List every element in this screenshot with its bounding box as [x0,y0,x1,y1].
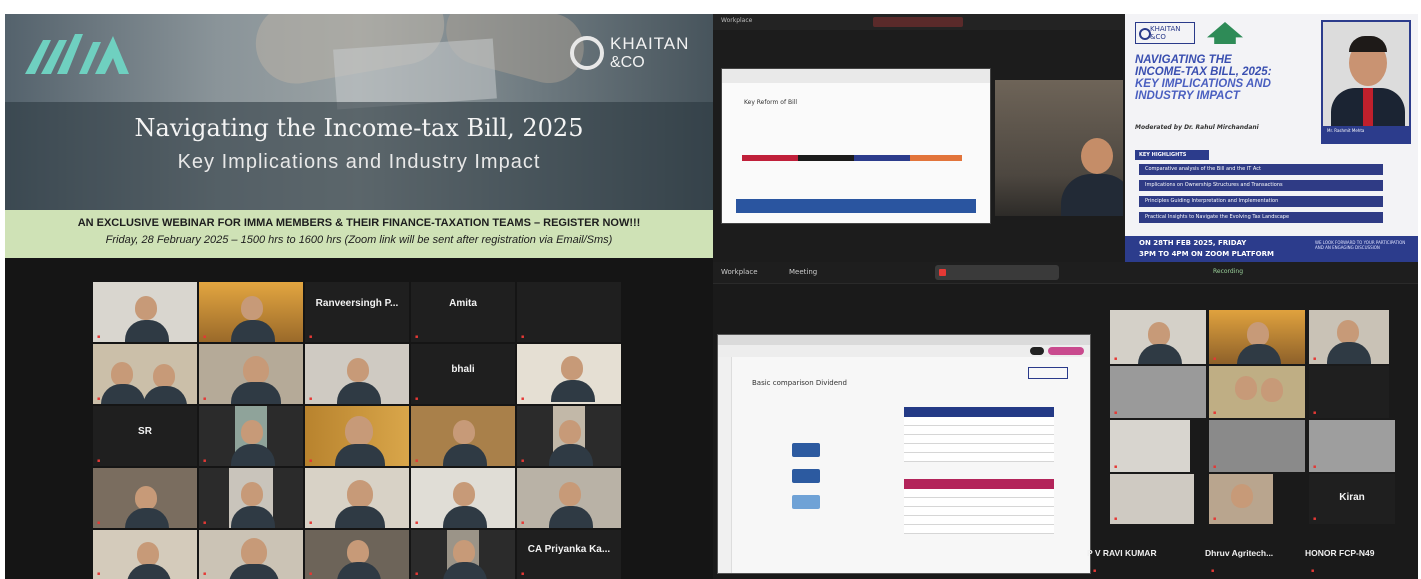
poster-title: NAVIGATING THE INCOME-TAX BILL, 2025: KE… [1135,54,1272,102]
participant-label [1311,568,1314,574]
participant-label [1093,568,1096,574]
participant-tile[interactable] [517,406,621,466]
participant-tile[interactable] [411,406,515,466]
recording-indicator[interactable]: Recording [1213,268,1243,275]
participant-tile[interactable] [93,344,197,404]
banner-subtitle: Key Implications and Industry Impact [177,151,541,173]
participant-tile-bhali[interactable]: bhali [411,344,515,404]
meeting-label[interactable]: Meeting [789,268,817,276]
poster-footer: ON 28TH FEB 2025, FRIDAY 3PM TO 4PM ON Z… [1125,236,1418,262]
moderator-line: Moderated by Dr. Rahul Mirchandani [1135,124,1259,131]
speaker-photo: Mr. Rashmit Mehta [1321,20,1411,144]
participant-tile[interactable] [93,530,197,579]
poster-date: ON 28TH FEB 2025, FRIDAY [1139,239,1247,247]
participant-tile[interactable] [199,530,303,579]
participant-tile[interactable] [1110,366,1206,418]
participant-tile[interactable] [199,344,303,404]
participant-tile[interactable] [1309,420,1395,472]
participant-tile[interactable] [305,406,409,466]
participant-tile[interactable] [1309,310,1389,364]
highlight-item: Comparative analysis of the Bill and the… [1139,164,1383,175]
participant-name-pv-ravi: P V RAVI KUMAR [1087,548,1157,558]
comparison-table [904,407,1054,462]
shared-document: Basic comparison Dividend [717,334,1091,574]
speaker-caption: Mr. Rashmit Mehta [1323,126,1409,142]
participant-tile[interactable] [199,468,303,528]
promo-headline: AN EXCLUSIVE WEBINAR FOR IMMA MEMBERS & … [77,217,641,229]
khaitan-logo: KHAITAN &CO [570,32,710,76]
participant-tile[interactable] [1110,310,1206,364]
participant-tile[interactable] [305,530,409,579]
participant-tile[interactable] [517,468,621,528]
poster-time: 3PM TO 4PM ON ZOOM PLATFORM [1139,250,1274,258]
participant-tile[interactable] [93,282,197,342]
participant-tile[interactable] [1209,474,1273,524]
meeting-toolbar: Workplace [713,14,1125,30]
highlight-item: Principles Guiding Interpretation and Im… [1139,196,1383,207]
zoom-screenshare-bottom: Workplace Meeting Recording Basic compar… [713,262,1418,579]
tree-logo-icon [1207,22,1243,44]
participant-tile-ca-priyanka[interactable]: CA Priyanka Ka... [517,530,621,579]
participant-tile-amita[interactable]: Amita [411,282,515,342]
event-poster: KHAITAN &CO NAVIGATING THE INCOME-TAX BIL… [1125,14,1418,262]
participant-tile[interactable] [305,468,409,528]
participant-tile[interactable] [1209,420,1305,472]
shared-screen: Key Reform of Bill [721,68,991,224]
shared-slide-title: Key Reform of Bill [744,99,798,106]
participant-name-dhruv: Dhruv Agritech... [1205,548,1274,558]
timeline-graphic [742,155,962,161]
meeting-toolbar: Workplace Meeting Recording [713,262,1418,284]
participant-tile-sr[interactable]: SR [93,406,197,466]
app-label: Workplace [721,268,758,276]
speaker-video[interactable] [995,80,1123,216]
comparison-table [904,479,1054,534]
participant-tile[interactable] [1209,366,1305,418]
participant-tile[interactable] [1209,310,1305,364]
webinar-left-panel: KHAITAN &CO Navigating the Income-tax Bi… [5,14,713,579]
doc-button[interactable] [1030,347,1044,355]
app-label: Workplace [721,17,753,24]
poster-note: WE LOOK FORWARD TO YOUR PARTICIPATION AN… [1315,240,1406,250]
participant-tile[interactable] [199,282,303,342]
participant-tile[interactable] [305,344,409,404]
imma-logo [25,34,129,74]
participant-tile[interactable] [199,406,303,466]
promo-strip: AN EXCLUSIVE WEBINAR FOR IMMA MEMBERS & … [5,210,713,258]
screen-share-indicator[interactable] [873,17,963,27]
key-highlights-label: KEY HIGHLIGHTS [1135,150,1209,160]
participant-tile[interactable] [1110,420,1190,472]
banner-title: Navigating the Income-tax Bill, 2025 [134,114,584,142]
participant-tile-ranveersingh[interactable]: Ranveersingh P... [305,282,409,342]
participant-gallery: Ranveersingh P... Amita bhali SR [93,282,629,579]
participant-tile[interactable] [93,468,197,528]
participant-label [1211,568,1214,574]
participant-tile[interactable] [1110,474,1194,524]
participant-tile[interactable] [1309,366,1389,418]
highlight-item: Implications on Ownership Structures and… [1139,180,1383,191]
participant-name-honor: HONOR FCP-N49 [1305,548,1375,558]
doc-title: Basic comparison Dividend [752,379,847,387]
khaitan-poster-logo: KHAITAN &CO [1135,22,1195,44]
screen-share-indicator[interactable] [935,265,1059,280]
webinar-banner: KHAITAN &CO Navigating the Income-tax Bi… [5,14,713,210]
highlight-item: Practical Insights to Navigate the Evolv… [1139,212,1383,223]
participant-tile[interactable] [517,344,621,404]
zoom-screenshare-top: Workplace Key Reform of Bill KHAITAN &CO … [713,14,1418,262]
participant-tile[interactable] [411,468,515,528]
participant-tile[interactable] [517,282,621,342]
doc-share-button[interactable] [1048,347,1084,355]
khaitan-doc-logo [1028,367,1068,379]
participant-tile[interactable] [411,530,515,579]
participant-tile-kiran[interactable]: Kiran [1309,474,1395,524]
promo-date: Friday, 28 February 2025 – 1500 hrs to 1… [105,234,613,246]
